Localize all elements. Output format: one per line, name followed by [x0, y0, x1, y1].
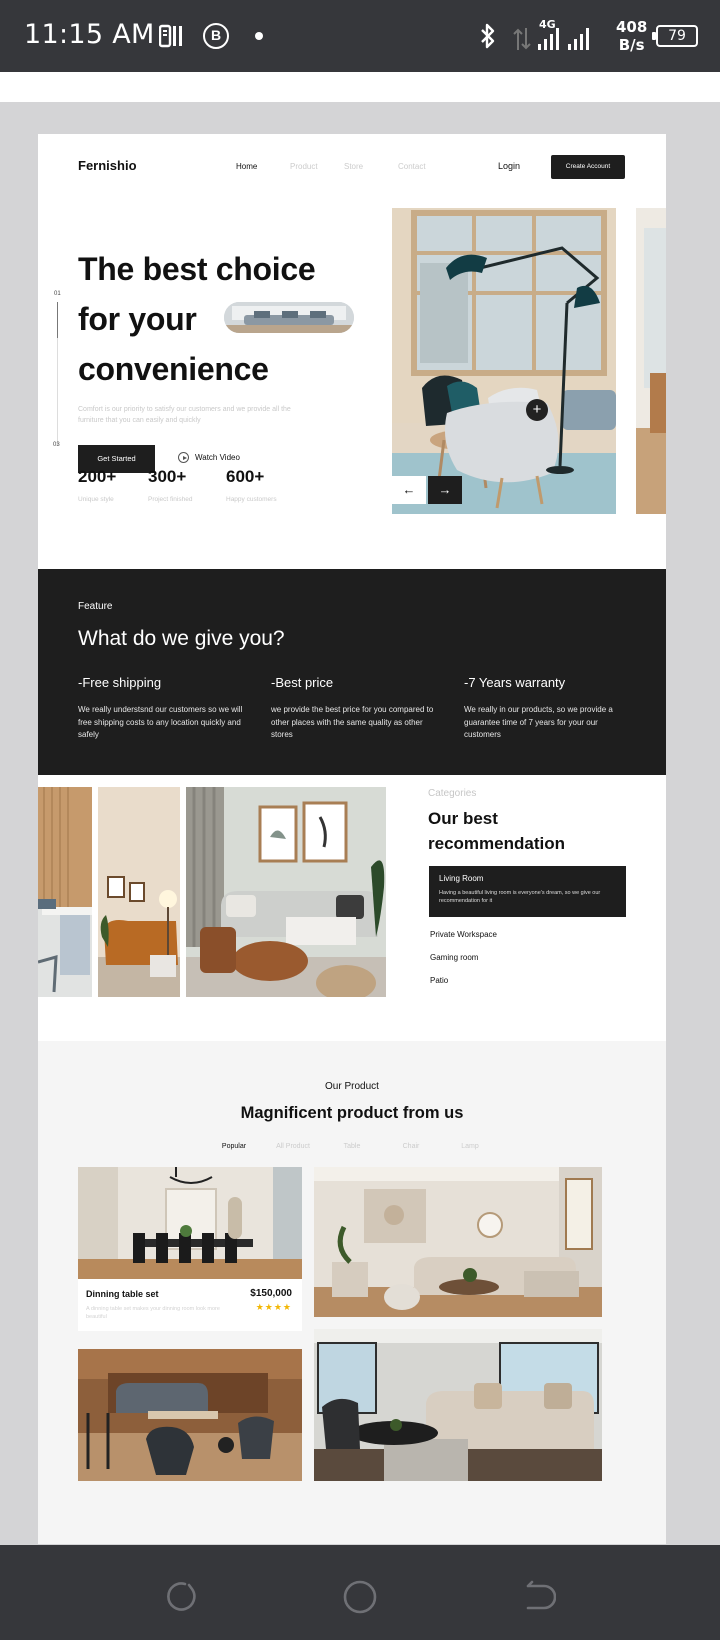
feature-item-title: -7 Years warranty: [464, 675, 566, 690]
play-icon: [178, 452, 189, 463]
product-title: Magnificent product from us: [240, 1104, 464, 1122]
plus-icon[interactable]: +: [526, 399, 548, 421]
arrow-right-icon[interactable]: →: [428, 476, 462, 504]
design-preview[interactable]: Fernishio Home Product Store Contact Log…: [38, 134, 666, 1544]
feature-section: Feature What do we give you? -Free shipp…: [38, 569, 666, 775]
site-navbar: Fernishio Home Product Store Contact Log…: [38, 134, 666, 206]
signal-icon: [513, 28, 589, 50]
nav-link-home[interactable]: Home: [236, 162, 290, 171]
site-nav-links: Home Product Store Contact: [236, 162, 452, 171]
product-name: Dinning table set: [86, 1289, 159, 1299]
hero-room-image: [392, 208, 616, 514]
feature-item-warranty: -7 Years warranty We really in our produ…: [464, 675, 629, 742]
stat-unique-style: 200+ Unique style: [78, 467, 116, 503]
bluetooth-icon: [481, 23, 495, 49]
login-link[interactable]: Login: [498, 161, 520, 171]
category-item-gaming-room[interactable]: Gaming room: [430, 953, 478, 962]
tab-all-product[interactable]: All Product: [264, 1143, 323, 1150]
feature-item-text: We really in our products, so we provide…: [464, 705, 613, 739]
product-card-info[interactable]: Dinning table set $150,000 ★★★★ A dinnin…: [78, 1279, 302, 1331]
tab-table[interactable]: Table: [323, 1143, 382, 1150]
slide-progress: [57, 302, 58, 445]
product-image-office[interactable]: [78, 1349, 302, 1481]
home-icon[interactable]: [343, 1580, 377, 1614]
tab-lamp[interactable]: Lamp: [441, 1143, 500, 1150]
network-speed-unit: B/s: [618, 36, 645, 54]
status-time: 11:15 AM: [24, 19, 155, 50]
watch-video-label: Watch Video: [195, 453, 240, 462]
hero-title-line1: The best choice: [78, 251, 316, 287]
stat-value: 200+: [78, 467, 117, 486]
category-card-text: Having a beautiful living room is everyo…: [439, 890, 601, 904]
site-logo[interactable]: Fernishio: [78, 158, 137, 173]
create-account-button[interactable]: Create Account: [551, 155, 625, 179]
categories-title: Our best recommendation: [428, 806, 565, 856]
recent-apps-icon[interactable]: [163, 1580, 197, 1614]
product-image-lounge[interactable]: [314, 1167, 602, 1317]
b-app-icon: B: [203, 23, 229, 49]
feature-item-text: We really understsnd our customers so we…: [78, 705, 243, 739]
stat-project-finished: 300+ Project finished: [148, 467, 192, 503]
product-eyebrow: Our Product: [325, 1081, 379, 1092]
stat-label: Unique style: [78, 496, 114, 503]
product-rating-stars: ★★★★: [255, 1302, 292, 1312]
hero-title-line3: convenience: [78, 351, 269, 387]
feature-item-text: we provide the best price for you compar…: [271, 705, 434, 739]
nav-link-product[interactable]: Product: [290, 162, 344, 171]
hero-next-image: [636, 208, 666, 514]
stat-label: Project finished: [148, 496, 193, 503]
network-type: 4G: [539, 18, 556, 31]
tab-chair[interactable]: Chair: [382, 1143, 441, 1150]
feature-eyebrow: Feature: [78, 601, 113, 612]
feature-item-title: -Free shipping: [78, 675, 162, 690]
browser-strip: [0, 72, 720, 102]
network-speed: 408 B/s: [616, 18, 647, 54]
product-image-dining[interactable]: [78, 1167, 302, 1279]
product-tabs: Popular All Product Table Chair Lamp: [38, 1143, 666, 1150]
status-bar: 11:15 AM B 4G 408 B/s 79: [0, 0, 720, 72]
back-icon[interactable]: [522, 1580, 556, 1614]
stat-value: 600+: [226, 467, 265, 486]
category-item-patio[interactable]: Patio: [430, 976, 448, 985]
battery-icon: 79: [652, 25, 698, 47]
feature-item-price: -Best price we provide the best price fo…: [271, 675, 436, 742]
category-item-private-workspace[interactable]: Private Workspace: [430, 930, 497, 939]
categories-eyebrow: Categories: [428, 788, 477, 799]
product-description: A dinning table set makes your dinning r…: [86, 1306, 220, 1320]
stat-happy-customers: 600+ Happy customers: [226, 467, 277, 503]
product-price: $150,000: [250, 1288, 292, 1299]
feature-item-title: -Best price: [271, 675, 334, 690]
product-section: Our Product Magnificent product from us …: [38, 1041, 666, 1544]
feature-item-shipping: -Free shipping We really understsnd our …: [78, 675, 243, 742]
stat-label: Happy customers: [226, 496, 277, 503]
tab-popular[interactable]: Popular: [205, 1143, 264, 1150]
category-card-title: Living Room: [439, 874, 484, 883]
category-image-bedroom[interactable]: [98, 787, 180, 997]
nav-link-contact[interactable]: Contact: [398, 162, 452, 171]
category-image-workspace[interactable]: [38, 787, 92, 997]
nav-link-store[interactable]: Store: [344, 162, 398, 171]
watch-video-button[interactable]: Watch Video: [178, 452, 240, 463]
arrow-left-icon[interactable]: ←: [392, 476, 426, 504]
category-image-living-room[interactable]: [186, 787, 386, 997]
stat-value: 300+: [148, 467, 187, 486]
slide-start-number: 01: [54, 291, 61, 297]
feature-title: What do we give you?: [78, 627, 285, 650]
categories-title-line2: recommendation: [428, 834, 565, 853]
product-image-modern-living[interactable]: [314, 1329, 602, 1481]
slide-end-number: 03: [53, 442, 60, 448]
parking-app-icon: [159, 24, 182, 48]
network-speed-value: 408: [616, 18, 648, 36]
category-card-living-room[interactable]: Living Room Having a beautiful living ro…: [429, 866, 626, 917]
hero-description: Comfort is our priority to satisfy our c…: [78, 406, 291, 424]
notification-dot-icon: [255, 32, 263, 40]
hero-pill-image: [224, 302, 354, 333]
categories-title-line1: Our best: [428, 809, 498, 828]
